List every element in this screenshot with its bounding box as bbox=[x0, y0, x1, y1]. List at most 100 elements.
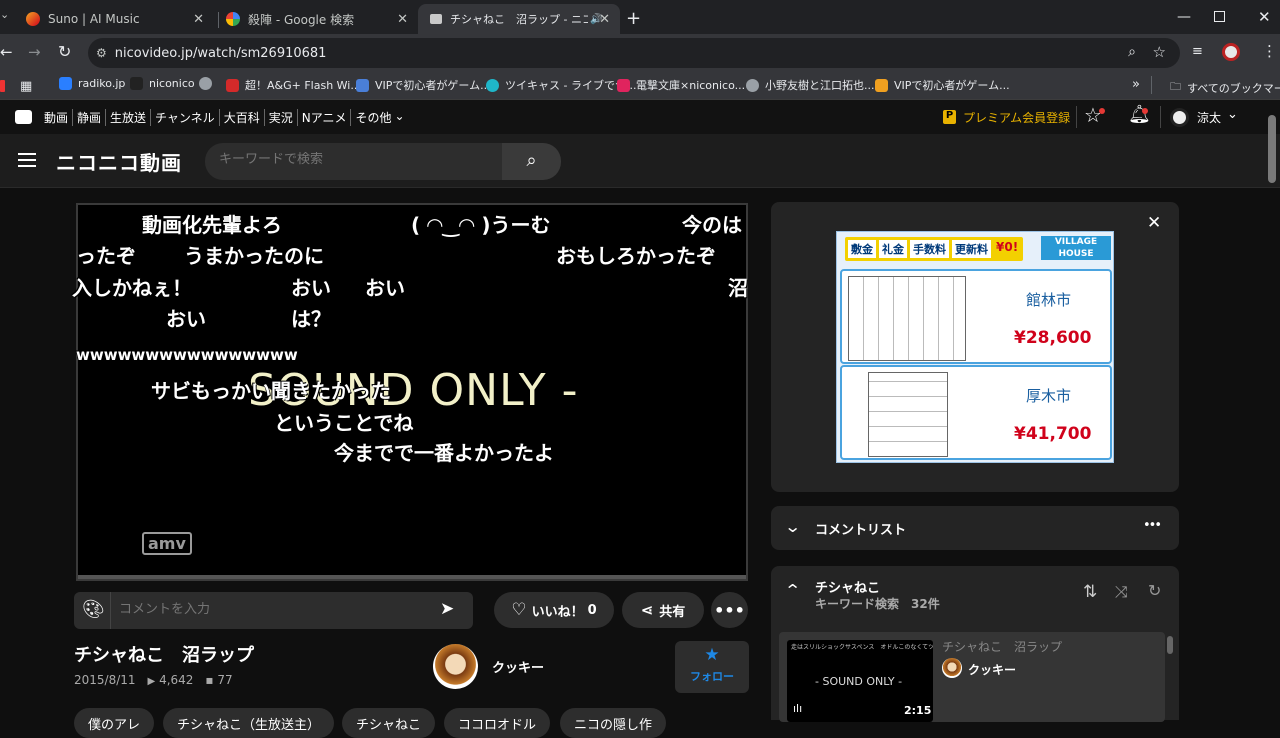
thumbnail-caption: 走はスリルショックサスペンス オドルこのなくてツバサが bbox=[791, 644, 933, 651]
tag-chip[interactable]: ニコの隠し作 bbox=[560, 708, 667, 738]
more-actions-button[interactable]: ••• bbox=[711, 592, 748, 628]
back-button[interactable]: ← bbox=[0, 43, 13, 61]
close-ad-icon[interactable]: ✕ bbox=[1147, 213, 1161, 233]
bookmark-star-icon[interactable]: ☆ bbox=[1153, 43, 1166, 61]
tag-chip[interactable]: チシャねこ bbox=[342, 708, 436, 738]
audio-wave-icon: ılı bbox=[793, 702, 803, 715]
apps-grid-icon[interactable]: ▦ bbox=[20, 79, 32, 94]
playlist-item[interactable]: 走はスリルショックサスペンス オドルこのなくてツバサが - SOUND ONLY… bbox=[779, 632, 1165, 722]
niconico-header: ニコニコ動画 ⌕ bbox=[0, 134, 1280, 188]
more-icon[interactable]: ••• bbox=[1143, 518, 1162, 533]
search-button[interactable]: ⌕ bbox=[502, 143, 561, 180]
tab-niconico[interactable]: チシャねこ 沼ラップ - ニコニコ動 🔊 ✕ bbox=[418, 4, 620, 34]
tag-chip[interactable]: 僕のアレ bbox=[74, 708, 155, 738]
comment-list-panel[interactable]: ⌄ コメントリスト ••• bbox=[771, 506, 1179, 550]
bookmark-item[interactable] bbox=[199, 77, 218, 90]
zoom-icon[interactable]: ⌕ bbox=[1128, 44, 1136, 60]
media-control-icon[interactable]: ≡ bbox=[1192, 44, 1203, 59]
maximize-button[interactable] bbox=[1214, 11, 1225, 22]
send-comment-button[interactable]: ➤ bbox=[440, 599, 454, 619]
twitcasting-icon bbox=[486, 78, 499, 92]
hamburger-menu-icon[interactable] bbox=[18, 153, 36, 167]
danmaku-comment: 入しかねぇ！ bbox=[72, 276, 192, 300]
danmaku-comment: 沼 bbox=[728, 276, 748, 300]
ad-price: ¥28,600 bbox=[1014, 328, 1092, 348]
chevron-down-icon[interactable]: ⌄ bbox=[1227, 107, 1238, 122]
tab-google[interactable]: 殺陣 - Google 検索 ✕ bbox=[214, 4, 418, 34]
ad-banner[interactable]: 敷金 礼金 手数料 更新料 ¥0! VILLAGE HOUSE 館林市 ¥28,… bbox=[836, 231, 1114, 463]
nav-item-video[interactable]: 動画 bbox=[44, 109, 74, 126]
reload-button[interactable]: ↻ bbox=[58, 42, 71, 61]
search-input[interactable] bbox=[219, 152, 489, 167]
tab-search-chevron-icon[interactable]: ⌄ bbox=[0, 8, 12, 26]
profile-avatar[interactable] bbox=[1222, 43, 1240, 61]
uploader-name[interactable]: クッキー bbox=[492, 657, 544, 676]
nav-item-dic[interactable]: 大百科 bbox=[224, 109, 265, 126]
browser-menu-icon[interactable]: ⋮ bbox=[1262, 42, 1277, 60]
shuffle-icon[interactable]: ⤨ bbox=[1115, 582, 1128, 602]
nav-item-more[interactable]: その他 bbox=[355, 109, 391, 126]
bookmark-item[interactable]: 電撃文庫×niconico... bbox=[617, 77, 745, 93]
bookmark-item[interactable]: 超！A&G+ Flash Wi... bbox=[226, 77, 361, 93]
palette-icon[interactable]: 🎨︎ bbox=[82, 599, 105, 620]
new-tab-button[interactable]: + bbox=[626, 8, 641, 29]
niconico-tv-icon[interactable] bbox=[15, 110, 32, 124]
bookmark-edge-icon[interactable] bbox=[0, 80, 5, 92]
minimize-button[interactable]: — bbox=[1177, 9, 1191, 25]
close-tab-icon[interactable]: ✕ bbox=[599, 12, 610, 27]
close-window-button[interactable]: ✕ bbox=[1258, 8, 1271, 26]
uploader-avatar[interactable] bbox=[433, 644, 478, 689]
all-bookmarks-button[interactable]: 🗀 すべてのブックマーク bbox=[1170, 78, 1280, 97]
nav-item-channel[interactable]: チャンネル bbox=[155, 109, 220, 126]
forward-button[interactable]: → bbox=[28, 43, 41, 61]
user-avatar[interactable] bbox=[1170, 108, 1189, 127]
video-title: チシャねこ 沼ラップ bbox=[74, 645, 254, 666]
omnibox[interactable]: ⚙ nicovideo.jp/watch/sm26910681 ⌕ ☆ bbox=[88, 38, 1180, 68]
repeat-icon[interactable]: ↻ bbox=[1148, 581, 1161, 600]
premium-link[interactable]: プレミアム会員登録 bbox=[963, 109, 1070, 126]
site-info-icon[interactable]: ⚙ bbox=[96, 46, 107, 60]
ad-card[interactable]: 厚木市 ¥41,700 bbox=[840, 365, 1112, 460]
tab-suno[interactable]: Suno | AI Music ✕ bbox=[14, 4, 214, 34]
danmaku-comment: サビもっかい聞きたかった bbox=[151, 379, 391, 403]
bookmark-item[interactable]: VIPで初心者がゲーム... bbox=[356, 77, 491, 93]
bookmark-item[interactable]: niconico bbox=[130, 77, 195, 90]
more-bookmarks-icon[interactable]: » bbox=[1132, 77, 1140, 92]
danmaku-comment: は？ bbox=[291, 307, 331, 331]
nav-item-live[interactable]: 生放送 bbox=[110, 109, 152, 126]
like-button[interactable]: ♡ いいね！ 0 bbox=[494, 592, 614, 628]
ad-city: 館林市 bbox=[1026, 291, 1072, 309]
nav-item-jikkyo[interactable]: 実況 bbox=[269, 109, 298, 126]
comment-count: 77 bbox=[217, 673, 233, 687]
close-tab-icon[interactable]: ✕ bbox=[193, 12, 204, 27]
chevron-up-icon[interactable]: ⌄ bbox=[784, 580, 801, 599]
tag-chip[interactable]: チシャねこ（生放送主） bbox=[163, 708, 335, 738]
favorites-star-icon[interactable]: ☆ bbox=[1084, 103, 1102, 127]
site-logo[interactable]: ニコニコ動画 bbox=[56, 147, 182, 176]
chevron-down-icon[interactable]: ⌄ bbox=[784, 517, 801, 536]
seek-bar[interactable] bbox=[78, 575, 746, 579]
nav-item-nanime[interactable]: Nアニメ bbox=[302, 109, 352, 126]
chevron-down-icon[interactable]: ⌄ bbox=[394, 109, 404, 126]
bookmark-item[interactable]: 小野友樹と江口拓也... bbox=[746, 77, 875, 93]
page-scrollbar-thumb[interactable] bbox=[1268, 115, 1276, 183]
comment-input[interactable] bbox=[119, 602, 419, 617]
bookmark-item[interactable]: ツイキャス - ライブでつ... bbox=[486, 77, 636, 93]
nav-item-seiga[interactable]: 静画 bbox=[77, 109, 107, 126]
video-player[interactable]: SOUND ONLY - 動画化先輩よろ ( ◠‿◠ )うーむ 今のは ったぞ … bbox=[72, 203, 748, 581]
tag-chip[interactable]: ココロオドル bbox=[444, 708, 551, 738]
bell-icon[interactable]: 🔔︎ bbox=[1128, 104, 1151, 125]
bookmark-label: VIPで初心者がゲーム... bbox=[894, 79, 1010, 92]
bookmark-item[interactable]: VIPで初心者がゲーム... bbox=[875, 77, 1010, 93]
bookmark-item[interactable]: radiko.jp bbox=[59, 77, 125, 90]
amv-watermark: amv bbox=[142, 532, 192, 555]
share-button[interactable]: ⋖ 共有 bbox=[622, 592, 704, 628]
follow-button[interactable]: ★ フォロー bbox=[675, 641, 749, 693]
ad-card[interactable]: 館林市 ¥28,600 bbox=[840, 269, 1112, 364]
sort-icon[interactable]: ⇅ bbox=[1083, 582, 1097, 602]
username[interactable]: 涼太 bbox=[1197, 109, 1221, 126]
scrollbar-thumb[interactable] bbox=[1167, 636, 1173, 654]
globe-icon bbox=[199, 77, 212, 90]
nav-items: 動画 静画 生放送 チャンネル 大百科 実況 Nアニメ その他 ⌄ bbox=[44, 109, 405, 126]
close-tab-icon[interactable]: ✕ bbox=[397, 12, 408, 27]
